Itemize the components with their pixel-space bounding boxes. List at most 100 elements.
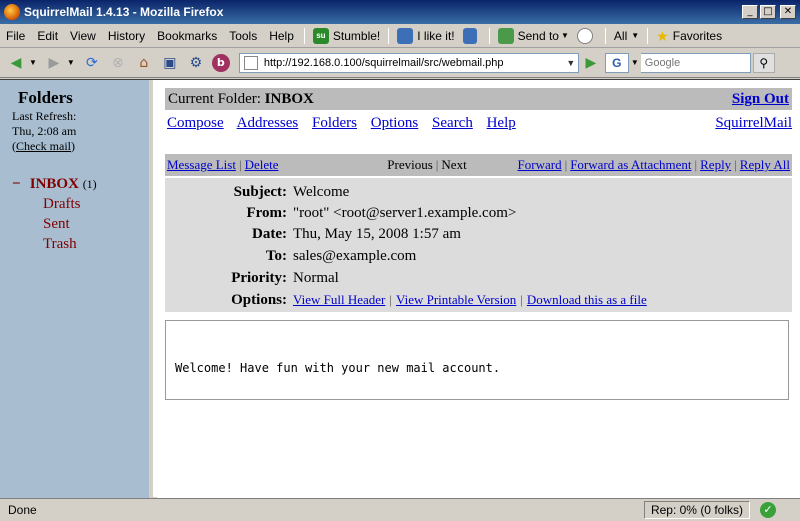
header-priority: Priority: Normal bbox=[165, 270, 792, 291]
stumble-button[interactable]: su Stumble! bbox=[309, 27, 384, 44]
back-arrow-icon[interactable]: ◀ bbox=[6, 53, 26, 73]
favorites-label: Favorites bbox=[672, 28, 723, 43]
toolbar-separator bbox=[488, 27, 490, 44]
comment-button[interactable] bbox=[573, 27, 601, 44]
search-engine-chevron-icon[interactable]: ▼ bbox=[631, 58, 639, 67]
message-action-bar: Message List | Delete Previous | Next Forwar… bbox=[165, 154, 792, 176]
menu-edit[interactable]: Edit bbox=[31, 29, 64, 43]
menu-help[interactable]: Help bbox=[263, 29, 300, 43]
to-value: sales@example.com bbox=[293, 248, 417, 264]
stumble-label: Stumble! bbox=[332, 28, 381, 43]
forward-arrow-icon[interactable]: ▶ bbox=[44, 53, 64, 73]
stop-icon[interactable]: ⊗ bbox=[108, 53, 128, 73]
options-links: View Full Header | View Printable Version |… bbox=[293, 292, 647, 307]
firefox-icon bbox=[4, 4, 20, 20]
ilike-label: I like it! bbox=[417, 28, 455, 43]
search-input[interactable] bbox=[640, 52, 751, 73]
priority-label: Priority: bbox=[231, 270, 287, 286]
menu-tools[interactable]: Tools bbox=[223, 29, 263, 43]
go-arrow-icon[interactable]: ▶ bbox=[581, 53, 601, 73]
checkmark-icon: ✓ bbox=[760, 502, 776, 518]
message-body: Welcome! Have fun with your new mail acc… bbox=[165, 320, 789, 400]
home-icon[interactable]: ⌂ bbox=[134, 53, 154, 73]
current-folder-bar: Current Folder: INBOX Sign Out bbox=[165, 88, 792, 110]
toolbar-separator bbox=[388, 27, 390, 44]
forward-history-chevron-icon[interactable]: ▼ bbox=[67, 58, 75, 67]
magnifier-icon[interactable]: ⚲ bbox=[752, 52, 775, 73]
close-button[interactable]: ✕ bbox=[780, 5, 796, 19]
toolbar-separator bbox=[647, 27, 649, 44]
menu-history[interactable]: History bbox=[102, 29, 151, 43]
all-dropdown[interactable]: All ▼ bbox=[610, 29, 643, 43]
previous-label: Previous bbox=[387, 157, 433, 172]
forward-link[interactable]: Forward bbox=[518, 157, 562, 172]
ilike-button[interactable]: I like it! bbox=[393, 27, 458, 44]
favorites-button[interactable]: ★ Favorites bbox=[652, 28, 726, 44]
date-label: Date: bbox=[252, 226, 287, 242]
sign-out-link[interactable]: Sign Out bbox=[732, 91, 789, 108]
menu-bar: File Edit View History Bookmarks Tools H… bbox=[0, 24, 800, 48]
sendto-label: Send to bbox=[517, 28, 559, 43]
reload-icon[interactable]: ⟳ bbox=[82, 53, 102, 73]
folders-link[interactable]: Folders bbox=[312, 115, 357, 131]
folder-sent[interactable]: Sent bbox=[12, 216, 97, 236]
thumbs-down-button[interactable] bbox=[459, 27, 485, 44]
check-mail-link[interactable]: (Check mail) bbox=[12, 139, 75, 154]
header-to: To: sales@example.com bbox=[165, 248, 792, 269]
folder-drafts[interactable]: Drafts bbox=[12, 196, 97, 216]
stumbleupon-icon: su bbox=[312, 27, 329, 44]
folder-inbox[interactable]: − INBOX (1) bbox=[12, 176, 97, 196]
next-label: Next bbox=[441, 157, 467, 172]
reply-link[interactable]: Reply bbox=[700, 157, 731, 172]
squirrelmail-link[interactable]: SquirrelMail bbox=[715, 115, 792, 132]
thumbs-down-icon bbox=[462, 27, 477, 44]
back-history-chevron-icon[interactable]: ▼ bbox=[29, 58, 37, 67]
browser-content: Folders Last Refresh: Thu, 2:08 am (Chec… bbox=[0, 79, 800, 498]
message-body-text: Welcome! Have fun with your new mail acc… bbox=[175, 361, 501, 375]
search-engine-icon[interactable]: G bbox=[604, 52, 629, 73]
all-label: All bbox=[613, 28, 628, 43]
reply-all-link[interactable]: Reply All bbox=[740, 157, 790, 172]
current-folder: Current Folder: INBOX bbox=[168, 91, 314, 108]
star-icon: ★ bbox=[656, 27, 669, 44]
folder-list: − INBOX (1) Drafts Sent Trash bbox=[12, 176, 97, 256]
addon-b-icon[interactable]: b bbox=[211, 53, 230, 72]
screenshot-icon[interactable]: ▣ bbox=[160, 53, 180, 73]
window-title: SquirrelMail 1.4.13 - Mozilla Firefox bbox=[24, 5, 224, 19]
main-menu: Compose Addresses Folders Options Search… bbox=[167, 115, 792, 132]
forward-attachment-link[interactable]: Forward as Attachment bbox=[570, 157, 691, 172]
from-value: "root" <root@server1.example.com> bbox=[293, 205, 517, 221]
current-folder-label: Current Folder: bbox=[168, 90, 261, 107]
compose-link[interactable]: Compose bbox=[167, 115, 224, 131]
from-label: From: bbox=[246, 205, 287, 221]
folder-trash[interactable]: Trash bbox=[12, 236, 97, 256]
options-link[interactable]: Options bbox=[371, 115, 419, 131]
header-date: Date: Thu, May 15, 2008 1:57 am bbox=[165, 226, 792, 247]
gear-icon[interactable]: ⚙ bbox=[186, 53, 206, 73]
minimize-button[interactable]: _ bbox=[742, 5, 758, 19]
sendto-button[interactable]: Send to ▼ bbox=[494, 27, 573, 44]
delete-link[interactable]: Delete bbox=[245, 157, 279, 172]
help-link[interactable]: Help bbox=[487, 115, 516, 131]
message-list-link[interactable]: Message List bbox=[167, 157, 236, 172]
download-file-link[interactable]: Download this as a file bbox=[527, 292, 647, 307]
chevron-down-icon: ▼ bbox=[631, 31, 640, 40]
addresses-link[interactable]: Addresses bbox=[237, 115, 299, 131]
menu-bookmarks[interactable]: Bookmarks bbox=[151, 29, 223, 43]
collapse-icon[interactable]: − bbox=[12, 176, 26, 193]
address-bar[interactable]: http://192.168.0.100/squirrelmail/src/we… bbox=[238, 52, 579, 73]
subject-value: Welcome bbox=[293, 184, 350, 200]
view-full-header-link[interactable]: View Full Header bbox=[293, 292, 385, 307]
folder-inbox-label[interactable]: INBOX bbox=[30, 176, 79, 192]
url-text[interactable]: http://192.168.0.100/squirrelmail/src/we… bbox=[264, 57, 564, 69]
toolbar-separator bbox=[303, 27, 305, 44]
status-text: Done bbox=[8, 503, 37, 517]
view-printable-link[interactable]: View Printable Version bbox=[396, 292, 516, 307]
maximize-button[interactable]: □ bbox=[760, 5, 776, 19]
url-history-chevron-icon[interactable]: ▼ bbox=[564, 58, 578, 68]
check-mail-text[interactable]: Check mail bbox=[16, 139, 71, 153]
menu-view[interactable]: View bbox=[64, 29, 102, 43]
priority-value: Normal bbox=[293, 270, 339, 286]
search-link[interactable]: Search bbox=[432, 115, 473, 131]
menu-file[interactable]: File bbox=[0, 29, 31, 43]
